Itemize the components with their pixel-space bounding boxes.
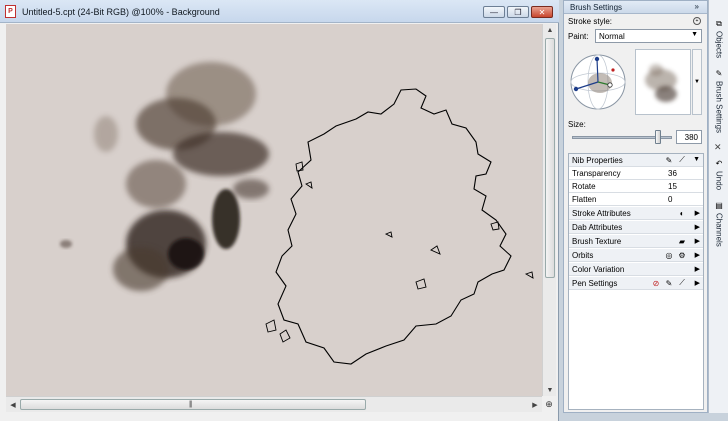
tab-brush-settings-label: Brush Settings [714,81,724,134]
objects-icon: ⧉ [716,18,722,28]
outline-shape [275,88,512,365]
minimize-button[interactable]: — [483,6,505,18]
tab-objects[interactable]: ⧉ Objects [711,18,727,59]
chevron-right-icon[interactable]: ▶ [695,223,700,231]
close-icon[interactable]: ✕ [714,142,722,153]
orbits-icon[interactable]: ◎ [664,250,674,260]
scroll-up-arrow-icon[interactable]: ▲ [543,24,557,36]
pen-disabled-icon[interactable]: ⊘ [651,278,661,288]
pen-settings-row[interactable]: Pen Settings ⊘ ✎ ⟋ ▶ [569,277,703,290]
transparency-value[interactable]: 36 [668,169,677,178]
chevron-down-icon: ▼ [691,31,698,38]
stroke-attributes-label: Stroke Attributes [572,209,631,218]
docker-tab-strip: ⧉ Objects ✎ Brush Settings ✕ ↶ Undo ▤ Ch… [708,0,728,413]
tab-undo-label: Undo [714,171,724,191]
tab-channels-label: Channels [714,213,724,247]
brush-settings-docker: Brush Settings » Stroke style: + Paint: … [563,0,708,413]
horizontal-scroll-thumb[interactable]: ||| [20,399,366,410]
size-slider-handle[interactable] [655,130,661,144]
transparency-row[interactable]: Transparency 36 [569,167,703,180]
folder-icon[interactable]: ▰ [677,236,687,246]
scroll-down-arrow-icon[interactable]: ▼ [543,384,557,396]
brush-texture-row[interactable]: Brush Texture ▰ ▶ [569,235,703,248]
orbits-settings-icon[interactable]: ⚙ [677,250,687,260]
corel-document-icon: P [5,5,16,18]
flatten-label: Flatten [572,195,597,204]
horizontal-scrollbar[interactable]: ◀ ||| ▶ [6,396,542,412]
chevron-right-icon[interactable]: ▶ [695,251,700,259]
canvas-artwork [60,62,534,365]
stroke-style-label: Stroke style: [568,17,613,26]
stroke-attributes-icon[interactable]: ◐ [677,208,687,218]
chevron-right-icon[interactable]: ▶ [695,209,700,217]
size-label: Size: [568,120,586,129]
nib-pen-icon[interactable]: ✎ [664,155,674,165]
orbits-row[interactable]: Orbits ◎ ⚙ ▶ [569,249,703,262]
transparency-label: Transparency [572,169,621,178]
brush-texture-label: Brush Texture [572,237,622,246]
document-title: Untitled-5.cpt (24-Bit RGB) @100% - Back… [22,7,220,17]
brush-preview [635,49,691,115]
tab-objects-label: Objects [714,31,724,59]
flatten-value[interactable]: 0 [668,195,672,204]
restore-button[interactable]: ❐ [507,6,529,18]
brush-icon: ✎ [715,69,723,78]
rotate-row[interactable]: Rotate 15 [569,180,703,193]
docker-header[interactable]: Brush Settings » [564,1,707,14]
outline-specks [265,161,534,343]
tab-undo[interactable]: ↶ Undo [711,158,727,190]
smoke-brush-strokes [60,62,269,291]
chevron-right-icon[interactable]: ▶ [695,279,700,287]
vertical-scroll-thumb[interactable] [545,38,555,278]
flatten-row[interactable]: Flatten 0 [569,193,703,206]
window-controls: — ❐ ✕ [483,6,553,18]
nib-orientation-widget[interactable] [568,49,628,115]
nib-properties-label: Nib Properties [572,156,623,165]
chevron-down-icon[interactable]: ▼ [693,156,700,163]
nib-tilt-icon[interactable]: ⟋ [677,155,687,165]
rotate-label: Rotate [572,182,596,191]
nib-orientation-globe-icon [570,54,626,110]
docker-collapse-button[interactable]: » [695,2,699,11]
docker-title: Brush Settings [570,3,623,12]
zoom-icon[interactable]: ⊕ [542,397,556,411]
pen-tilt-icon[interactable]: ⟋ [677,278,687,288]
close-button[interactable]: ✕ [531,6,553,18]
orbits-label: Orbits [572,251,594,260]
drawing-canvas[interactable] [6,24,542,396]
scroll-right-arrow-icon[interactable]: ▶ [529,398,541,412]
document-window: P Untitled-5.cpt (24-Bit RGB) @100% - Ba… [0,0,559,421]
channels-icon: ▤ [715,201,723,210]
paint-mode-value: Normal [599,32,625,41]
undo-icon: ↶ [715,159,723,168]
stroke-attributes-row[interactable]: Stroke Attributes ◐ ▶ [569,207,703,220]
chevron-right-icon[interactable]: ▶ [695,265,700,273]
rotate-value[interactable]: 15 [668,182,677,191]
nib-properties-row[interactable]: Nib Properties ✎ ⟋ ▼ [569,154,703,167]
pen-settings-label: Pen Settings [572,279,618,288]
brush-dab-preview [645,64,677,102]
paint-mode-select[interactable]: Normal ▼ [595,29,702,43]
paint-label: Paint: [568,32,589,41]
pen-pressure-icon[interactable]: ✎ [664,278,674,288]
brush-preview-dropdown-icon[interactable]: ▼ [692,49,702,115]
color-variation-label: Color Variation [572,265,625,274]
scroll-grip: ||| [189,401,193,408]
brush-properties-list: Nib Properties ✎ ⟋ ▼ Transparency 36 Rot… [568,153,704,410]
app-window: P Untitled-5.cpt (24-Bit RGB) @100% - Ba… [0,0,728,421]
size-value-field[interactable]: 380 [676,130,702,144]
chevron-right-icon[interactable]: ▶ [695,237,700,245]
tab-brush-settings[interactable]: ✎ Brush Settings [711,68,727,133]
dab-attributes-row[interactable]: Dab Attributes ▶ [569,221,703,234]
dab-attributes-label: Dab Attributes [572,223,623,232]
document-titlebar[interactable]: P Untitled-5.cpt (24-Bit RGB) @100% - Ba… [0,0,559,23]
stroke-style-icon[interactable]: + [693,17,701,25]
color-variation-row[interactable]: Color Variation ▶ [569,263,703,276]
tab-channels[interactable]: ▤ Channels [711,200,727,247]
vertical-scrollbar[interactable]: ▲ ▼ [542,24,556,396]
scroll-left-arrow-icon[interactable]: ◀ [7,398,19,412]
